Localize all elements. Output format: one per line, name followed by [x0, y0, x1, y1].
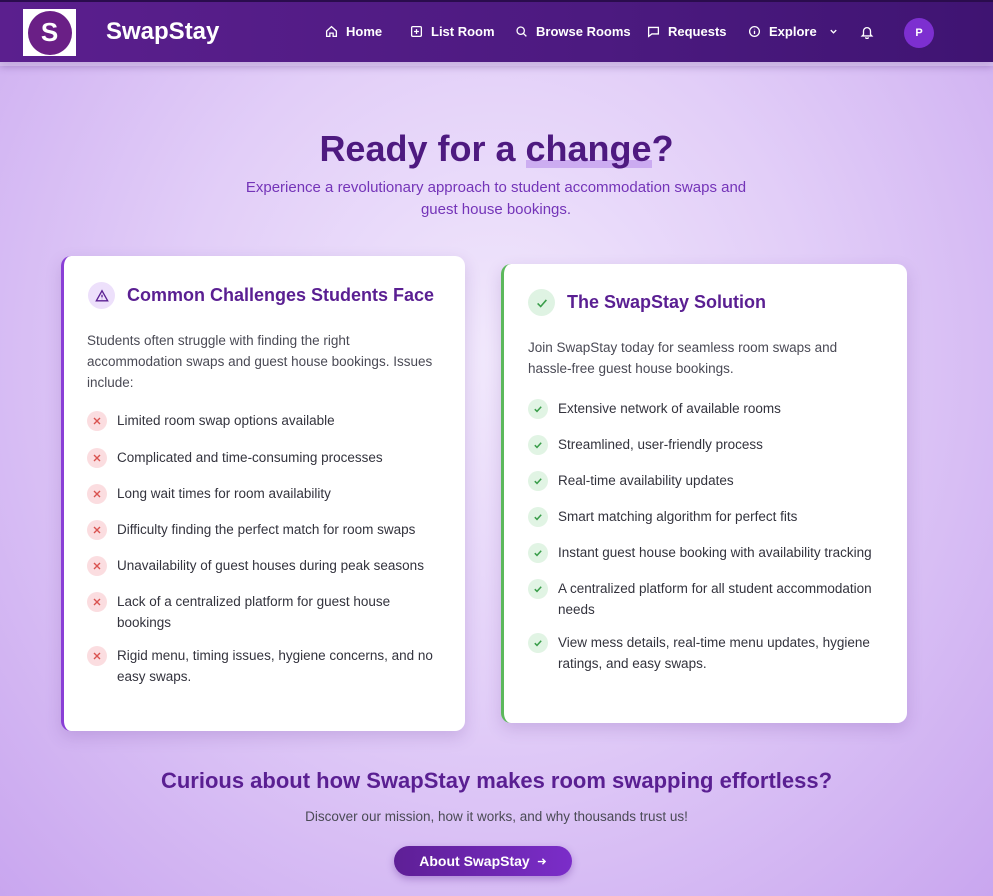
check-icon — [528, 399, 548, 419]
challenge-item: Lack of a centralized platform for guest… — [87, 591, 442, 633]
challenge-item: Difficulty finding the perfect match for… — [87, 519, 442, 540]
hero-subtitle: Experience a revolutionary approach to s… — [245, 179, 747, 218]
solution-card: The SwapStay Solution Join SwapStay toda… — [501, 264, 907, 723]
solution-item: Smart matching algorithm for perfect fit… — [528, 506, 888, 527]
user-avatar[interactable]: P — [904, 18, 934, 48]
challenge-text: Unavailability of guest houses during pe… — [117, 558, 424, 573]
nav-list-room-label: List Room — [431, 24, 495, 39]
nav-home-label: Home — [346, 24, 383, 39]
challenge-text: Lack of a centralized platform for guest… — [117, 594, 391, 630]
brand-name[interactable]: SwapStay — [106, 18, 219, 46]
chevron-down-icon — [830, 29, 837, 34]
nav-explore-label: Explore — [769, 24, 817, 39]
plus-square-icon — [410, 25, 423, 38]
solution-header: The SwapStay Solution — [528, 289, 766, 316]
info-icon — [748, 25, 761, 38]
check-icon — [528, 507, 548, 527]
check-icon — [528, 633, 548, 653]
check-icon — [528, 471, 548, 491]
solution-item: Streamlined, user-friendly process — [528, 434, 888, 455]
solution-text: Smart matching algorithm for perfect fit… — [558, 509, 798, 524]
challenge-item: Long wait times for room availability — [87, 483, 442, 504]
solution-text: Real-time availability updates — [558, 473, 734, 488]
x-icon — [87, 411, 107, 431]
challenges-title: Common Challenges Students Face — [127, 285, 435, 305]
solution-text: Streamlined, user-friendly process — [558, 437, 763, 452]
solution-text: A centralized platform for all student a… — [558, 581, 872, 617]
challenge-item: Unavailability of guest houses during pe… — [87, 555, 442, 576]
check-circle-icon — [528, 289, 555, 316]
nav-requests[interactable]: Requests — [647, 24, 727, 39]
challenge-item: Limited room swap options available — [87, 410, 442, 431]
challenge-item: Rigid menu, timing issues, hygiene conce… — [87, 645, 442, 687]
challenges-card: Common Challenges Students Face Students… — [61, 256, 465, 731]
solution-text: Instant guest house booking with availab… — [558, 545, 872, 560]
logo-letter: S — [27, 10, 72, 55]
chat-icon — [647, 26, 660, 38]
hero-title-prefix: Ready for a — [319, 128, 526, 169]
nav-explore[interactable]: Explore — [748, 24, 838, 39]
challenges-intro: Students often struggle with finding the… — [87, 333, 433, 390]
challenge-text: Complicated and time-consuming processes — [117, 450, 383, 465]
solution-title: The SwapStay Solution — [567, 292, 767, 312]
x-icon — [87, 484, 107, 504]
solution-intro: Join SwapStay today for seamless room sw… — [528, 340, 838, 376]
challenges-list: Limited room swap options available Comp… — [87, 410, 442, 687]
solution-item: Real-time availability updates — [528, 470, 888, 491]
hero-title-suffix: ? — [651, 128, 674, 169]
x-icon — [87, 448, 107, 468]
x-icon — [87, 646, 107, 666]
solution-item: Extensive network of available rooms — [528, 398, 888, 419]
solution-item: Instant guest house booking with availab… — [528, 542, 888, 563]
challenge-text: Difficulty finding the perfect match for… — [117, 522, 416, 537]
search-icon — [516, 26, 527, 37]
solution-text: Extensive network of available rooms — [558, 401, 781, 416]
nav-list-room[interactable]: List Room — [410, 24, 495, 39]
nav-browse-rooms[interactable]: Browse Rooms — [515, 24, 631, 39]
challenge-item: Complicated and time-consuming processes — [87, 447, 442, 468]
navbar: S SwapStay Home List Room Browse Rooms R… — [0, 0, 993, 66]
challenge-text: Limited room swap options available — [117, 413, 335, 428]
hero-title-highlight: change — [525, 128, 652, 169]
nav-home[interactable]: Home — [325, 24, 382, 39]
brand-logo[interactable]: S — [23, 9, 76, 56]
nav-requests-label: Requests — [668, 24, 727, 39]
cta-title: Curious about how SwapStay makes room sw… — [160, 768, 833, 793]
home-icon — [325, 25, 338, 38]
check-icon — [528, 435, 548, 455]
x-icon — [87, 592, 107, 612]
solution-text: View mess details, real-time menu update… — [558, 635, 870, 671]
solution-item: View mess details, real-time menu update… — [528, 632, 888, 674]
nav-browse-rooms-label: Browse Rooms — [536, 24, 631, 39]
check-icon — [528, 543, 548, 563]
challenges-header: Common Challenges Students Face — [88, 282, 434, 309]
arrow-right-icon — [537, 857, 546, 865]
hero-title: Ready for a change? — [0, 128, 993, 170]
solution-list: Extensive network of available rooms Str… — [528, 398, 888, 674]
x-icon — [87, 520, 107, 540]
about-swapstay-button[interactable]: About SwapStay — [394, 846, 572, 876]
warning-icon — [88, 282, 115, 309]
x-icon — [87, 556, 107, 576]
cta-subtitle: Discover our mission, how it works, and … — [305, 809, 688, 824]
bell-icon[interactable] — [860, 25, 874, 39]
challenge-text: Rigid menu, timing issues, hygiene conce… — [117, 648, 433, 684]
about-button-label: About SwapStay — [419, 853, 530, 869]
challenge-text: Long wait times for room availability — [117, 486, 331, 501]
solution-item: A centralized platform for all student a… — [528, 578, 888, 620]
check-icon — [528, 579, 548, 599]
